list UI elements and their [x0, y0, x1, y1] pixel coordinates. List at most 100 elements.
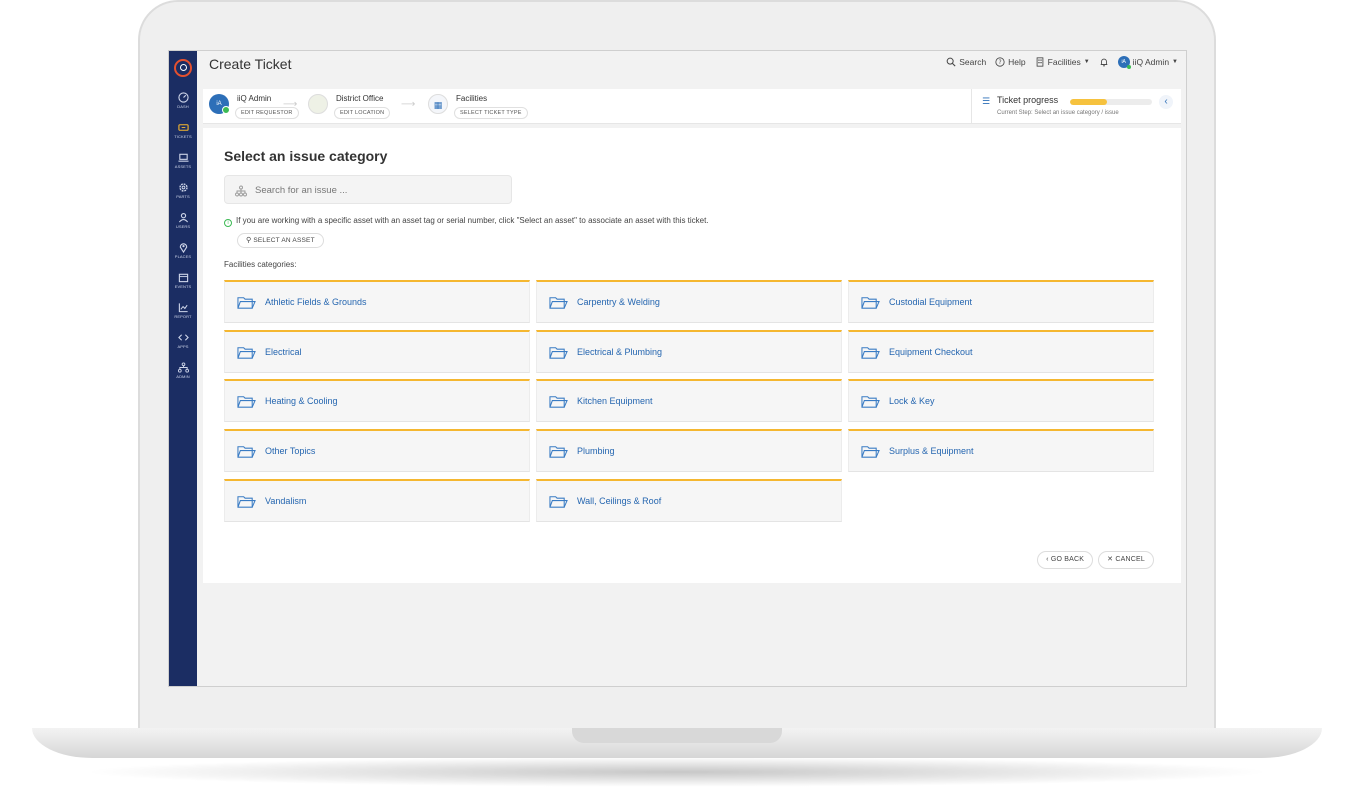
issue-search-input[interactable]: [255, 182, 505, 198]
category-label: Wall, Ceilings & Roof: [577, 495, 662, 506]
search-icon: ⚲: [246, 237, 252, 244]
laptop-shadow: [80, 757, 1274, 787]
building-icon: [1036, 57, 1043, 67]
avatar: iA: [1117, 56, 1131, 69]
category-card[interactable]: Custodial Equipment: [848, 280, 1154, 323]
folder-icon: [237, 496, 256, 508]
folder-icon: [861, 396, 880, 409]
chevron-left-icon: ‹: [1046, 556, 1049, 563]
help-button[interactable]: ? Help: [995, 57, 1026, 67]
sidebar-item-apps[interactable]: APPS: [169, 329, 197, 357]
user-menu[interactable]: iA iiQ Admin ▼: [1117, 56, 1178, 69]
search-icon: [946, 57, 956, 67]
folder-icon: [549, 297, 568, 309]
step-requestor-title: iiQ Admin: [237, 94, 272, 103]
select-asset-button[interactable]: ⚲ SELECT AN ASSET: [237, 233, 324, 248]
category-label: Kitchen Equipment: [577, 396, 653, 407]
folder-icon: [237, 297, 256, 309]
sidebar-item-report[interactable]: REPORT: [169, 299, 197, 327]
category-label: Plumbing: [577, 446, 615, 457]
facilities-dropdown[interactable]: Facilities ▼: [1035, 57, 1090, 67]
help-icon: ?: [995, 57, 1005, 67]
category-label: Electrical & Plumbing: [577, 346, 663, 357]
sidebar-item-dash[interactable]: DASH: [169, 89, 197, 117]
svg-text:?: ?: [999, 60, 1002, 66]
calendar-icon: [169, 272, 197, 284]
app-screen: DASH TICKETS ASSETS PARTS USERS PLACES E…: [168, 50, 1187, 687]
code-icon: [169, 332, 197, 344]
location-logo-icon: [308, 94, 328, 114]
bell-icon: [1100, 58, 1108, 67]
sidebar-item-places[interactable]: PLACES: [169, 239, 197, 267]
go-back-label: GO BACK: [1050, 556, 1085, 563]
ticket-progress-bar: [1070, 99, 1152, 105]
arrow-right-icon: ⟶: [401, 99, 416, 110]
go-back-button[interactable]: ‹ GO BACK: [1037, 551, 1094, 569]
laptop-notch: [572, 728, 782, 743]
step-type-title: Facilities: [456, 94, 488, 103]
category-card[interactable]: Equipment Checkout: [848, 329, 1154, 373]
category-card[interactable]: Kitchen Equipment: [536, 379, 842, 423]
edit-location-button[interactable]: EDIT LOCATION: [334, 107, 391, 119]
top-actions: Search ? Help Facilities ▼ iA iiQ Admin …: [946, 56, 1178, 69]
sidebar-item-users[interactable]: USERS: [169, 209, 197, 237]
sidebar-item-assets[interactable]: ASSETS: [169, 149, 197, 177]
sidebar-item-parts[interactable]: PARTS: [169, 179, 197, 207]
cancel-button[interactable]: ✕ CANCEL: [1098, 551, 1154, 569]
list-icon: ☰: [982, 96, 991, 106]
building-icon: ▦: [428, 94, 448, 114]
caret-down-icon: ▼: [1083, 59, 1090, 65]
category-label: Heating & Cooling: [265, 396, 338, 407]
select-ticket-type-button[interactable]: SELECT TICKET TYPE: [454, 107, 528, 119]
categories-label: Facilities categories:: [224, 260, 297, 269]
folder-icon: [237, 396, 256, 409]
current-step-text: Current Step: Select an issue category /…: [997, 110, 1119, 116]
select-asset-label: SELECT AN ASSET: [253, 237, 315, 244]
ticket-icon: [169, 122, 197, 134]
ticket-progress-title: Ticket progress: [997, 95, 1059, 105]
folder-icon: [237, 446, 256, 458]
action-buttons: ‹ GO BACK ✕ CANCEL: [1037, 551, 1154, 569]
category-card[interactable]: Lock & Key: [848, 379, 1154, 423]
gauge-icon: [169, 92, 197, 104]
folder-icon: [549, 446, 568, 458]
category-card[interactable]: Plumbing: [536, 429, 842, 473]
page-title: Create Ticket: [209, 56, 292, 72]
category-card[interactable]: Carpentry & Welding: [536, 280, 842, 323]
category-card[interactable]: Electrical: [224, 329, 530, 373]
category-card[interactable]: Athletic Fields & Grounds: [224, 280, 530, 323]
ticket-progress-panel: ☰ Ticket progress Current Step: Select a…: [971, 89, 1181, 124]
sidebar: DASH TICKETS ASSETS PARTS USERS PLACES E…: [169, 51, 197, 686]
category-card[interactable]: Other Topics: [224, 429, 530, 473]
category-label: Other Topics: [265, 446, 316, 457]
folder-icon: [237, 346, 256, 359]
sidebar-item-admin[interactable]: ADMIN: [169, 359, 197, 387]
caret-down-icon: ▼: [1172, 59, 1178, 65]
sidebar-item-events[interactable]: EVENTS: [169, 269, 197, 297]
asset-info-line: i If you are working with a specific asse…: [224, 216, 709, 227]
category-label: Custodial Equipment: [889, 297, 973, 307]
notifications-button[interactable]: [1099, 57, 1109, 67]
category-card[interactable]: Vandalism: [224, 478, 530, 522]
category-label: Electrical: [265, 346, 302, 357]
folder-icon: [549, 396, 568, 409]
category-card[interactable]: Electrical & Plumbing: [536, 329, 842, 373]
arrow-right-icon: ⟶: [283, 99, 298, 110]
folder-icon: [549, 496, 568, 508]
collapse-panel-button[interactable]: ‹: [1159, 95, 1173, 109]
chart-icon: [169, 302, 197, 314]
app-logo-icon[interactable]: [174, 59, 192, 77]
gear-icon: [169, 182, 197, 194]
category-card[interactable]: Wall, Ceilings & Roof: [536, 478, 842, 522]
search-button[interactable]: Search: [946, 57, 986, 67]
folder-icon: [861, 297, 880, 309]
category-card[interactable]: Heating & Cooling: [224, 379, 530, 423]
category-label: Vandalism: [265, 495, 307, 506]
sidebar-item-tickets[interactable]: TICKETS: [169, 119, 197, 147]
top-bar: Create Ticket Search ? Help Facilities ▼…: [197, 51, 1186, 87]
asset-info-text: If you are working with a specific asset…: [236, 216, 709, 225]
category-label: Carpentry & Welding: [577, 297, 660, 307]
help-button-label: Help: [1008, 57, 1026, 67]
category-card[interactable]: Surplus & Equipment: [848, 429, 1154, 473]
sitemap-icon: [169, 362, 197, 374]
